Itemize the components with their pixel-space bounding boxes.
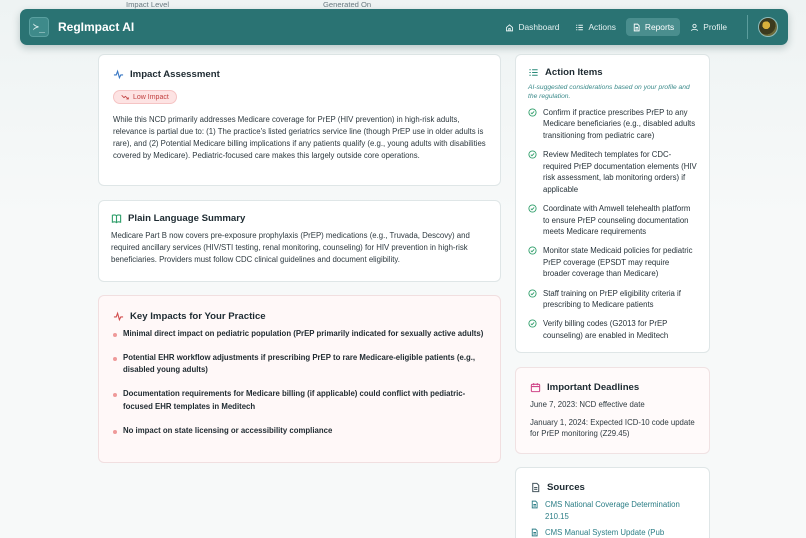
list-icon [576, 24, 584, 30]
deadline-item: June 7, 2023: NCD effective date [530, 400, 645, 409]
nav-profile[interactable]: Profile [684, 18, 733, 36]
nav-actions-label: Actions [588, 22, 616, 32]
important-deadlines-title: Important Deadlines [547, 382, 640, 393]
bullet-dot [113, 393, 117, 398]
key-impacts-heading: Key Impacts for Your Practice [113, 311, 486, 322]
activity-icon [113, 69, 124, 80]
book-icon [111, 214, 122, 224]
terminal-logo-icon[interactable]: ≻_ [29, 17, 49, 37]
action-item[interactable]: Staff training on PrEP eligibility crite… [528, 288, 697, 311]
nav-dashboard[interactable]: Dashboard [499, 18, 565, 36]
impact-assessment-heading: Impact Assessment [113, 69, 486, 80]
plain-language-summary-card: Plain Language Summary Medicare Part B n… [98, 200, 501, 282]
top-navigation-bar: ≻_ RegImpact AI Dashboard Actions Report… [20, 9, 788, 45]
action-item-text: Coordinate with Amwell telehealth platfo… [543, 203, 691, 237]
impact-assessment-title: Impact Assessment [130, 69, 220, 80]
key-impact-text: Potential EHR workflow adjustments if pr… [123, 352, 476, 375]
key-impact-text: Minimal direct impact on pediatric popul… [123, 329, 484, 338]
file-icon [531, 528, 538, 537]
source-link[interactable]: CMS Manual System Update (Pub [530, 527, 695, 538]
list-item: No impact on state licensing or accessib… [113, 425, 486, 437]
generated-on-label: Generated On [323, 0, 372, 9]
action-item-text: Monitor state Medicaid policies for pedi… [543, 246, 693, 279]
plain-language-summary-text: Medicare Part B now covers pre-exposure … [111, 231, 470, 264]
checklist-icon [529, 69, 538, 76]
source-link-text: CMS Manual System Update (Pub [545, 528, 665, 538]
key-impact-text: Documentation requirements for Medicare … [123, 389, 466, 411]
plain-language-summary-title: Plain Language Summary [128, 213, 246, 224]
action-item-text: Confirm if practice prescribes PrEP to a… [543, 107, 696, 140]
home-icon [506, 23, 514, 31]
action-item[interactable]: Confirm if practice prescribes PrEP to a… [528, 107, 697, 142]
app-title[interactable]: RegImpact AI [58, 20, 134, 34]
action-item[interactable]: Verify billing codes (G2013 for PrEP cou… [528, 318, 697, 341]
key-impacts-title: Key Impacts for Your Practice [130, 311, 266, 322]
important-deadlines-heading: Important Deadlines [530, 382, 695, 393]
list-item: Potential EHR workflow adjustments if pr… [113, 352, 486, 377]
source-link[interactable]: CMS National Coverage Determination 210.… [530, 499, 695, 522]
document-icon [633, 23, 640, 31]
action-item-text: Review Meditech templates for CDC-requir… [543, 150, 697, 194]
check-circle-icon [528, 319, 537, 328]
check-circle-icon [528, 246, 537, 255]
impact-assessment-text: While this NCD primarily addresses Medic… [113, 115, 486, 160]
action-items-card: Action Items AI-suggested considerations… [515, 54, 710, 353]
check-circle-icon [528, 204, 537, 213]
key-impacts-list: Minimal direct impact on pediatric popul… [113, 328, 486, 437]
action-item[interactable]: Monitor state Medicaid policies for pedi… [528, 245, 697, 280]
source-link-text: CMS National Coverage Determination 210.… [545, 500, 680, 521]
sources-title: Sources [547, 482, 585, 493]
check-circle-icon [528, 150, 537, 159]
nav-reports-label: Reports [644, 22, 675, 32]
calendar-icon [530, 383, 541, 393]
user-icon [691, 23, 699, 31]
nav-actions[interactable]: Actions [569, 18, 621, 36]
key-impacts-card: Key Impacts for Your Practice Minimal di… [98, 295, 501, 463]
document-text-icon [532, 482, 540, 493]
check-circle-icon [528, 288, 537, 298]
impact-level-label: Impact Level [126, 0, 170, 9]
key-impact-text: No impact on state licensing or accessib… [123, 425, 333, 435]
nav-dashboard-label: Dashboard [518, 22, 560, 32]
impact-assessment-card: Impact Assessment Low Impact While this … [98, 54, 501, 186]
action-item[interactable]: Review Meditech templates for CDC-requir… [528, 149, 697, 195]
important-deadlines-card: Important Deadlines June 7, 2023: NCD ef… [515, 367, 710, 454]
trending-down-icon [121, 95, 129, 100]
action-item-text: Staff training on PrEP eligibility crite… [543, 288, 681, 310]
impact-level-badge-label: Low Impact [133, 93, 169, 101]
action-items-list: Confirm if practice prescribes PrEP to a… [528, 107, 697, 342]
pulse-icon [113, 311, 124, 322]
action-items-title: Action Items [545, 67, 603, 78]
action-item[interactable]: Coordinate with Amwell telehealth platfo… [528, 203, 697, 238]
impact-level-peek: Impact Level [126, 0, 169, 9]
list-item: Minimal direct impact on pediatric popul… [113, 328, 486, 340]
plain-language-summary-heading: Plain Language Summary [111, 213, 488, 224]
file-icon [531, 500, 538, 509]
nav-profile-label: Profile [703, 22, 727, 32]
bullet-dot [113, 356, 117, 361]
user-avatar[interactable] [758, 17, 778, 37]
action-items-heading: Action Items [528, 67, 697, 78]
ai-suggestion-note: AI-suggested considerations based on you… [528, 84, 690, 101]
sources-heading: Sources [530, 482, 695, 493]
main-nav: Dashboard Actions Reports Profile [495, 9, 778, 45]
nav-reports[interactable]: Reports [625, 18, 681, 36]
nav-divider [747, 15, 748, 39]
bullet-dot [113, 429, 117, 434]
generated-on-peek: Generated On [323, 0, 371, 9]
sources-card: Sources CMS National Coverage Determinat… [515, 467, 710, 538]
action-item-text: Verify billing codes (G2013 for PrEP cou… [543, 319, 669, 340]
list-item: Documentation requirements for Medicare … [113, 388, 486, 413]
deadline-item: January 1, 2024: Expected ICD-10 code up… [530, 417, 695, 439]
bullet-dot [113, 333, 117, 337]
impact-level-badge: Low Impact [113, 90, 177, 104]
check-circle-icon [528, 108, 537, 117]
